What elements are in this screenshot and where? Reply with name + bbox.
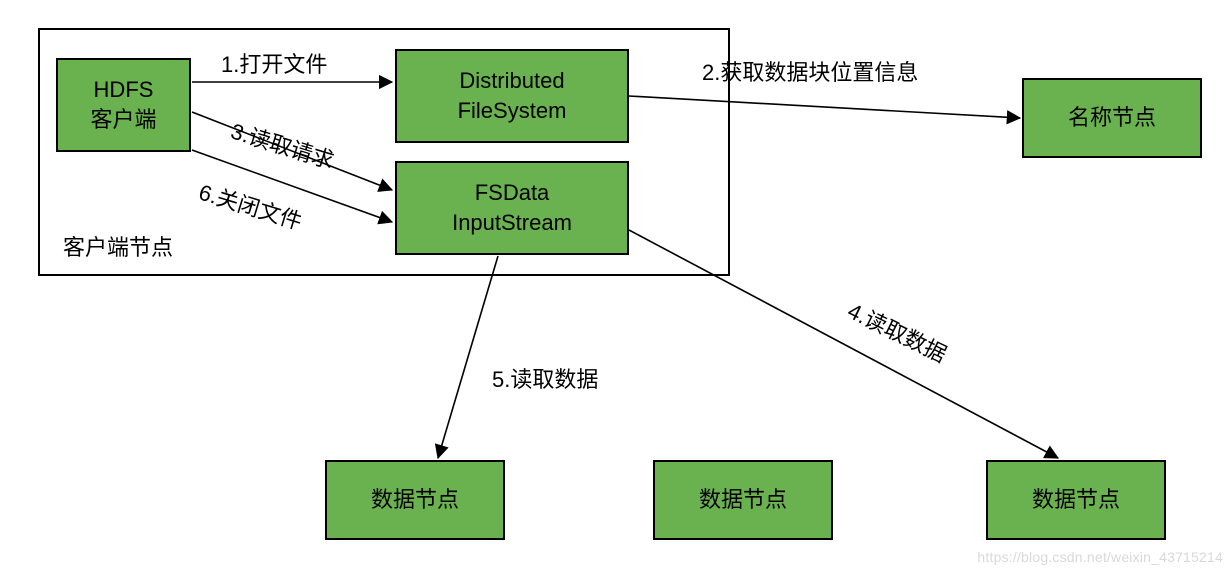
distributed-filesystem-box: Distributed FileSystem bbox=[395, 49, 629, 143]
step2-label: 2.获取数据块位置信息 bbox=[702, 55, 918, 87]
fsdata-inputstream-box: FSData InputStream bbox=[395, 161, 629, 255]
data-node-1-label: 数据节点 bbox=[371, 485, 459, 515]
fsdata-inputstream-line1: FSData bbox=[475, 178, 550, 208]
watermark-text: https://blog.csdn.net/weixin_43715214 bbox=[977, 549, 1223, 565]
data-node-2-label: 数据节点 bbox=[699, 485, 787, 515]
arrow-step5 bbox=[438, 256, 498, 458]
data-node-2-box: 数据节点 bbox=[653, 460, 833, 540]
distributed-filesystem-line1: Distributed bbox=[459, 66, 564, 96]
name-node-box: 名称节点 bbox=[1022, 78, 1202, 158]
step1-label: 1.打开文件 bbox=[221, 47, 327, 79]
name-node-label: 名称节点 bbox=[1068, 103, 1156, 133]
fsdata-inputstream-line2: InputStream bbox=[452, 208, 572, 238]
client-node-container-label: 客户端节点 bbox=[63, 230, 173, 262]
data-node-3-label: 数据节点 bbox=[1032, 485, 1120, 515]
hdfs-client-box: HDFS 客户端 bbox=[56, 58, 191, 152]
step5-label: 5.读取数据 bbox=[492, 362, 598, 394]
hdfs-client-line1: HDFS bbox=[94, 75, 154, 105]
distributed-filesystem-line2: FileSystem bbox=[458, 96, 567, 126]
data-node-3-box: 数据节点 bbox=[986, 460, 1166, 540]
step4-label: 4.读取数据 bbox=[843, 294, 953, 369]
hdfs-client-line2: 客户端 bbox=[90, 105, 156, 135]
data-node-1-box: 数据节点 bbox=[325, 460, 505, 540]
